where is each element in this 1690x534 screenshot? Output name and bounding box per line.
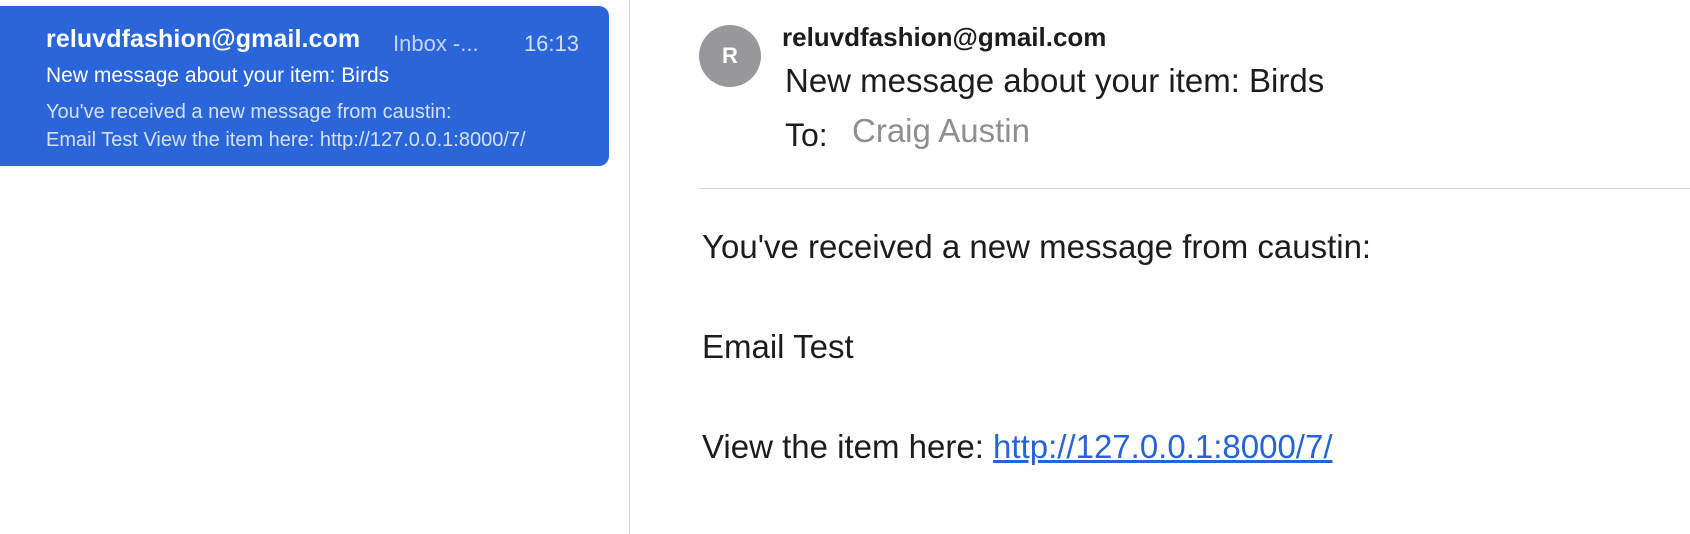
message-preview: You've received a new message from caust… bbox=[46, 98, 581, 154]
header-to-label: To: bbox=[785, 117, 828, 153]
header-subject: New message about your item: Birds bbox=[785, 62, 1325, 99]
body-line-3: View the item here: http://127.0.0.1:800… bbox=[702, 428, 1333, 466]
message-reading-pane: R reluvdfashion@gmail.com New message ab… bbox=[630, 0, 1690, 534]
message-preview-line-1: You've received a new message from caust… bbox=[46, 101, 452, 123]
sender-avatar: R bbox=[699, 25, 761, 87]
header-to-recipient[interactable]: Craig Austin bbox=[852, 112, 1030, 150]
avatar-initial: R bbox=[722, 43, 738, 68]
message-sender: reluvdfashion@gmail.com bbox=[46, 25, 361, 53]
message-subject: New message about your item: Birds bbox=[46, 64, 390, 87]
header-from[interactable]: reluvdfashion@gmail.com bbox=[782, 22, 1106, 53]
body-line-2: Email Test bbox=[702, 328, 854, 365]
body-line-3-prefix: View the item here: bbox=[702, 428, 994, 465]
message-preview-line-2: Email Test View the item here: http://12… bbox=[46, 129, 526, 151]
body-line-1: You've received a new message from caust… bbox=[702, 228, 1372, 265]
item-link[interactable]: http://127.0.0.1:8000/7/ bbox=[993, 428, 1332, 465]
message-time: 16:13 bbox=[523, 31, 579, 56]
header-divider bbox=[699, 188, 1690, 189]
message-list-pane: reluvdfashion@gmail.com Inbox -... 16:13… bbox=[0, 0, 630, 534]
message-mailbox: Inbox -... bbox=[393, 31, 479, 56]
mail-app: reluvdfashion@gmail.com Inbox -... 16:13… bbox=[0, 0, 1690, 534]
message-list-item[interactable]: reluvdfashion@gmail.com Inbox -... 16:13… bbox=[0, 6, 609, 166]
